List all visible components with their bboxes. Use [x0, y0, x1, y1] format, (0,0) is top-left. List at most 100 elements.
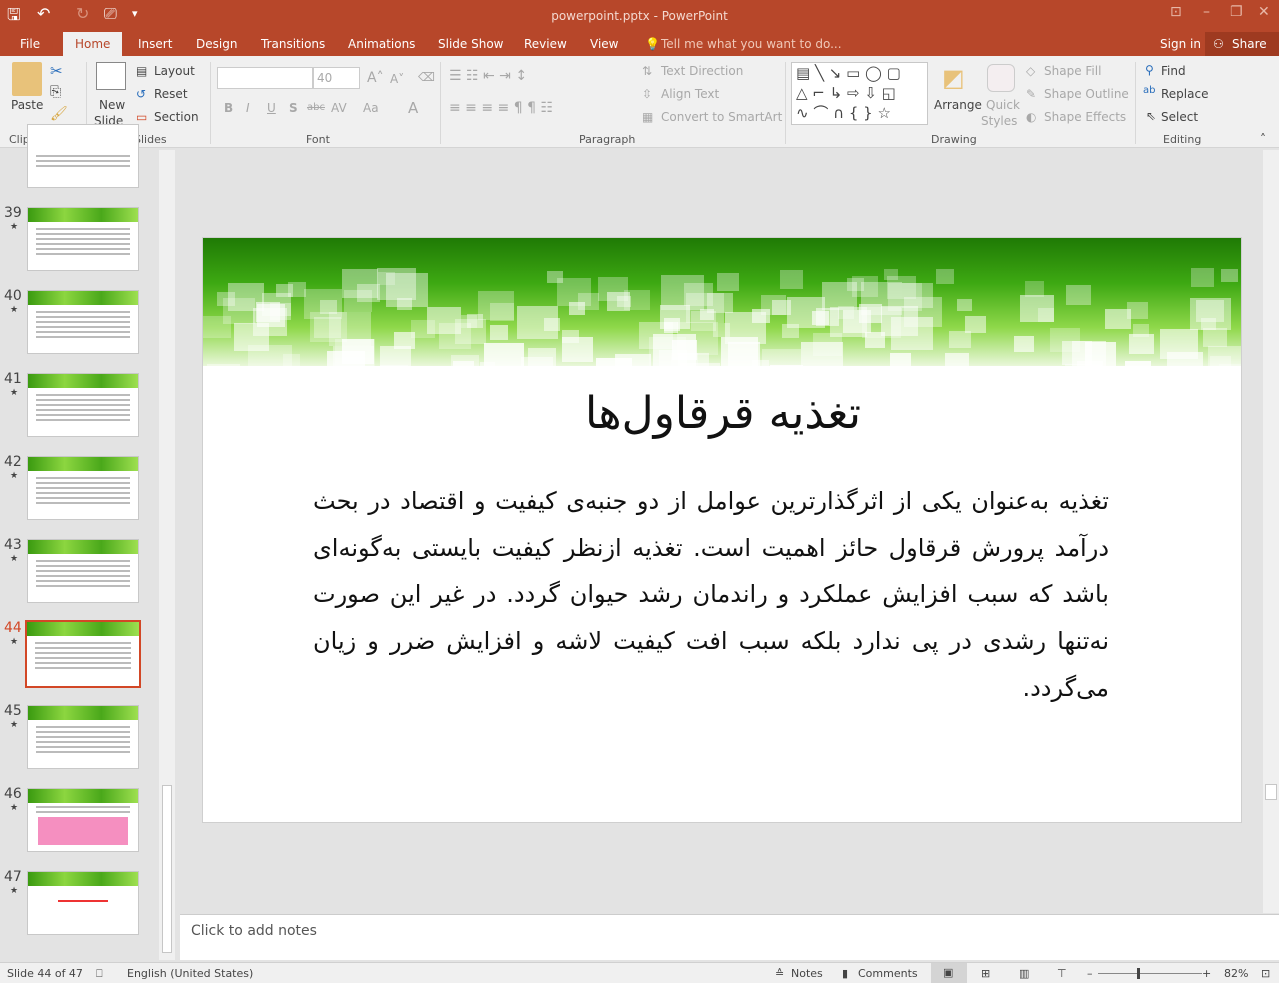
cut-icon[interactable]: ✂	[50, 62, 63, 80]
reset-button[interactable]: Reset	[154, 87, 188, 101]
new-slide-icon[interactable]	[96, 62, 126, 90]
slide-body-text[interactable]: تغذیه به‌عنوان یکی از اثرگذارترین عوامل …	[313, 478, 1109, 712]
spell-check-icon[interactable]: ⎕	[96, 967, 103, 981]
slide-thumbnail[interactable]	[27, 705, 139, 769]
fit-slide-icon[interactable]: ⊡	[1261, 967, 1270, 980]
group-label-font: Font	[306, 133, 330, 146]
slide-thumbnail[interactable]	[27, 290, 139, 354]
thumbnail-scrollbar[interactable]	[159, 150, 175, 960]
slide-sorter-icon[interactable]: ⊞	[981, 967, 990, 980]
font-name-input[interactable]	[217, 67, 313, 89]
shadow-button[interactable]: S	[289, 101, 298, 115]
underline-button[interactable]: U	[267, 101, 276, 115]
tab-transitions[interactable]: Transitions	[261, 37, 325, 51]
share-button[interactable]: ⚇ Share	[1205, 32, 1279, 56]
arrange-icon[interactable]: ◩	[942, 64, 965, 92]
slide-thumbnail[interactable]	[27, 124, 139, 188]
shape-fill-button[interactable]: Shape Fill	[1044, 64, 1101, 78]
banner-tile	[948, 330, 971, 349]
tab-animations[interactable]: Animations	[348, 37, 415, 51]
ribbon-display-icon[interactable]: ⊡	[1170, 4, 1182, 20]
slide-canvas[interactable]: تغذیه قرقاول‌ها تغذیه به‌عنوان یکی از اث…	[202, 237, 1242, 823]
find-button[interactable]: Find	[1161, 64, 1186, 78]
language-indicator[interactable]: English (United States)	[127, 967, 253, 980]
paste-icon[interactable]	[12, 62, 42, 96]
text-direction-icon: ⇅	[642, 64, 653, 78]
banner-tile	[606, 292, 630, 312]
zoom-out-button[interactable]: –	[1087, 967, 1093, 980]
text-direction-button[interactable]: Text Direction	[661, 64, 743, 78]
bold-button[interactable]: B	[224, 101, 233, 115]
tab-design[interactable]: Design	[196, 37, 237, 51]
quick-styles-icon[interactable]	[987, 64, 1015, 92]
normal-view-button[interactable]: ▣	[931, 963, 967, 983]
copy-icon[interactable]: ⎘	[50, 84, 61, 100]
slide-thumbnail[interactable]	[27, 871, 139, 935]
reset-icon: ↺	[136, 87, 147, 101]
thumb-banner	[28, 457, 138, 471]
tab-home[interactable]: Home	[63, 32, 123, 56]
comments-button[interactable]: Comments	[858, 967, 918, 980]
tab-review[interactable]: Review	[524, 37, 567, 51]
close-button[interactable]: ✕	[1258, 4, 1270, 20]
tab-insert[interactable]: Insert	[138, 37, 172, 51]
tab-file[interactable]: File	[20, 37, 40, 51]
notes-placeholder: Click to add notes	[191, 923, 317, 939]
shapes-gallery[interactable]: ▤ ╲ ↘ ▭ ◯ ▢ △ ⌐ ↳ ⇨ ⇩ ◱ ∿ ⌒ ∩ { } ☆	[791, 62, 928, 125]
banner-tile	[1125, 360, 1151, 382]
change-case-button[interactable]: Aa	[363, 101, 379, 115]
bullets-icon[interactable]: ☰ ☷ ⇤ ⇥ ↕	[449, 68, 527, 84]
italic-button[interactable]: I	[246, 101, 250, 115]
format-painter-icon[interactable]: 🖌	[50, 106, 68, 122]
slide-thumbnail[interactable]	[27, 456, 139, 520]
zoom-in-button[interactable]: +	[1202, 967, 1211, 980]
banner-tile	[543, 318, 561, 332]
replace-button[interactable]: Replace	[1161, 87, 1208, 101]
section-button[interactable]: Section	[154, 110, 199, 124]
slide-thumbnail[interactable]	[27, 539, 139, 603]
new-slide-button[interactable]: New	[99, 98, 125, 112]
scrollbar-thumb[interactable]	[1265, 784, 1277, 800]
restore-button[interactable]: ❐	[1230, 4, 1243, 20]
slide-title[interactable]: تغذیه قرقاول‌ها	[203, 388, 1241, 439]
arrange-button[interactable]: Arrange	[934, 98, 982, 112]
notes-pane[interactable]: Click to add notes	[180, 914, 1279, 960]
paste-button[interactable]: Paste	[11, 98, 43, 112]
quick-styles-label[interactable]: Styles	[981, 114, 1017, 128]
increase-font-icon[interactable]: A˄	[367, 70, 384, 86]
align-text-button[interactable]: Align Text	[661, 87, 719, 101]
collapse-ribbon-icon[interactable]: ˄	[1260, 132, 1266, 146]
slide-thumbnail[interactable]	[27, 373, 139, 437]
scrollbar-thumb[interactable]	[162, 785, 172, 953]
minimize-button[interactable]: –	[1203, 4, 1210, 20]
tab-slide-show[interactable]: Slide Show	[438, 37, 503, 51]
quick-styles-button[interactable]: Quick	[986, 98, 1020, 112]
shape-effects-button[interactable]: Shape Effects	[1044, 110, 1126, 124]
reading-view-icon[interactable]: ▥	[1019, 967, 1029, 980]
convert-smartart-button[interactable]: Convert to SmartArt	[661, 110, 782, 124]
transition-star-icon: ★	[10, 637, 19, 647]
character-spacing-button[interactable]: AV	[331, 101, 347, 115]
tell-me-input[interactable]: Tell me what you want to do...	[661, 37, 842, 51]
layout-button[interactable]: Layout	[154, 64, 195, 78]
sign-in-link[interactable]: Sign in	[1160, 37, 1201, 51]
align-icons[interactable]: ≡ ≡ ≡ ≡ ¶ ¶ ☷	[449, 100, 553, 116]
banner-tile	[379, 346, 412, 371]
slide-thumbnail[interactable]	[27, 207, 139, 271]
tab-view[interactable]: View	[590, 37, 618, 51]
decrease-font-icon[interactable]: A˅	[390, 72, 404, 86]
zoom-slider[interactable]	[1098, 973, 1202, 974]
select-button[interactable]: Select	[1161, 110, 1198, 124]
slide-scrollbar[interactable]	[1263, 150, 1279, 913]
slide-thumbnail[interactable]	[25, 620, 141, 688]
strikethrough-button[interactable]: abc	[307, 102, 325, 113]
zoom-level[interactable]: 82%	[1224, 967, 1248, 980]
slideshow-view-icon[interactable]: ⊤	[1057, 967, 1067, 980]
font-color-button[interactable]: A	[408, 99, 418, 117]
slide-thumbnail[interactable]	[27, 788, 139, 852]
clear-formatting-icon[interactable]: ⌫	[418, 70, 435, 84]
notes-button[interactable]: Notes	[791, 967, 823, 980]
shape-outline-button[interactable]: Shape Outline	[1044, 87, 1129, 101]
zoom-slider-thumb[interactable]	[1137, 968, 1140, 979]
font-size-input[interactable]: 40	[313, 67, 360, 89]
